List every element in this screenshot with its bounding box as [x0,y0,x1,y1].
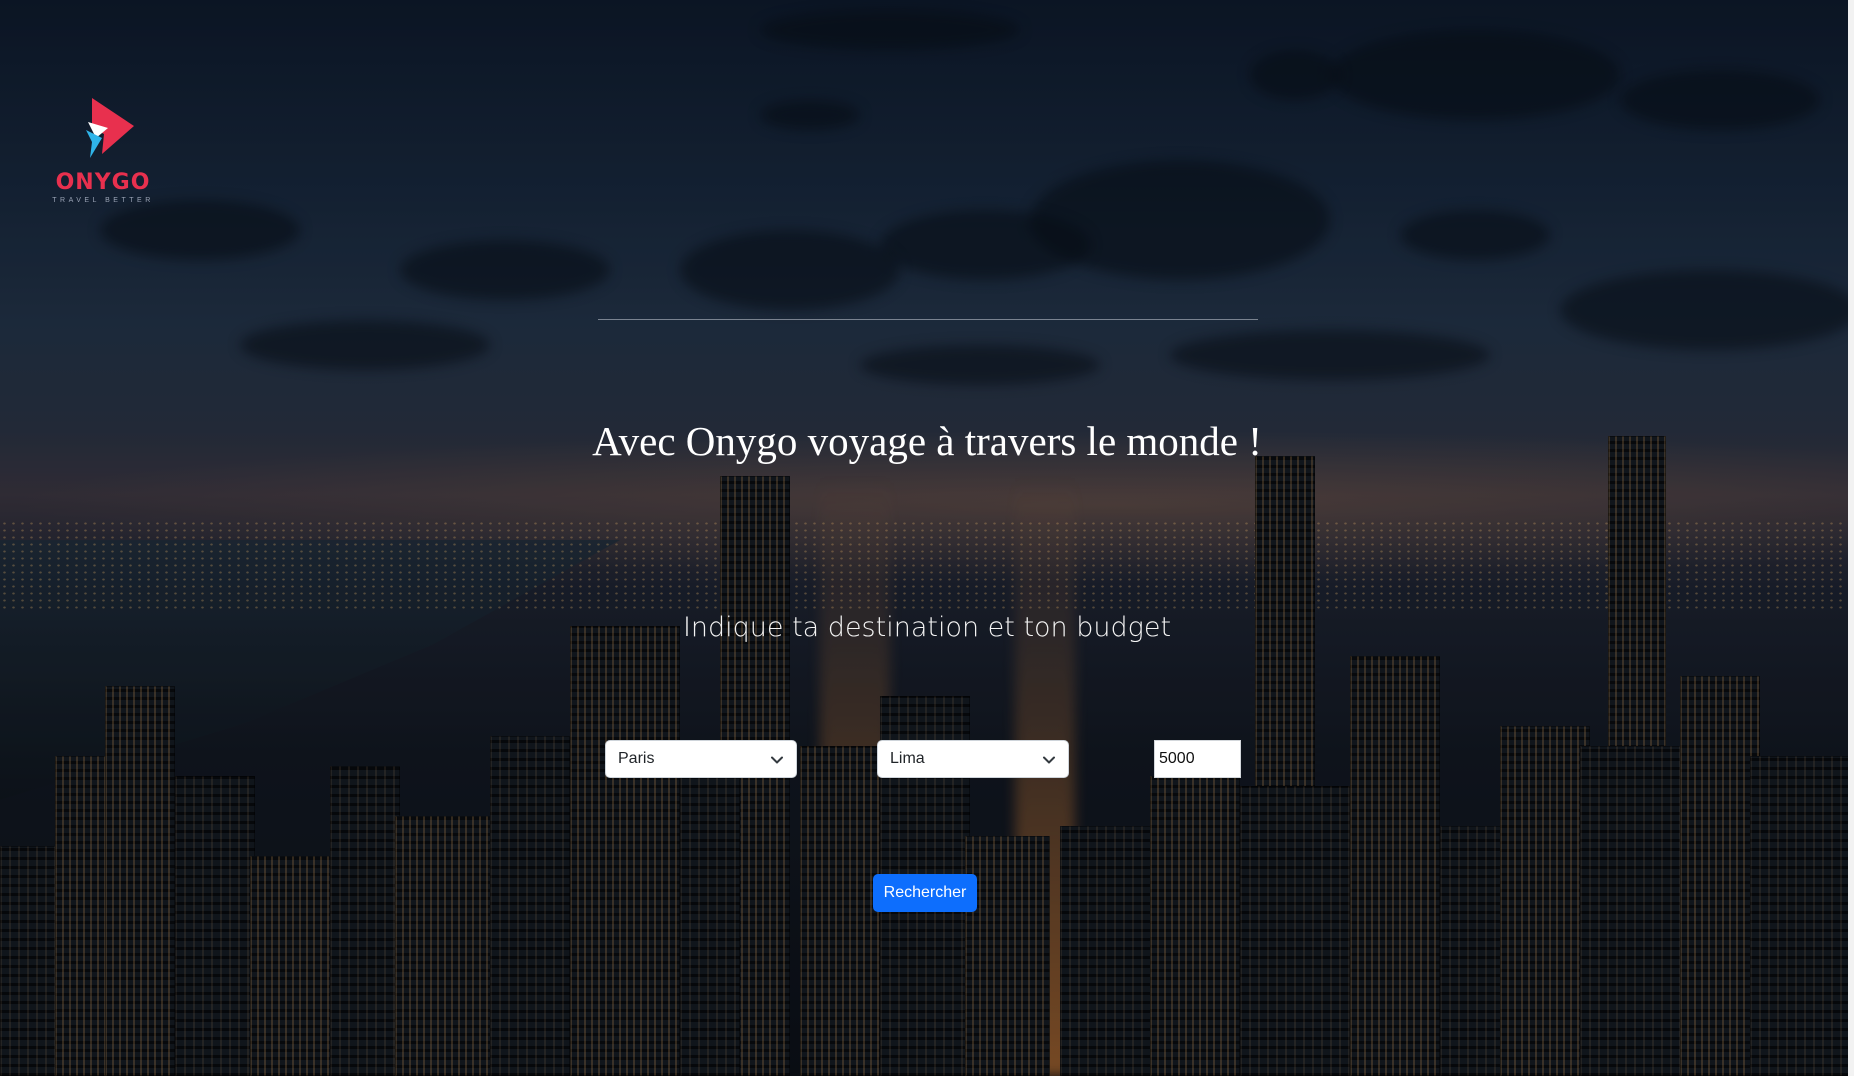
destination-select[interactable]: Lima [877,740,1069,778]
hero-subheadline: Indique ta destination et ton budget [682,612,1172,643]
header-divider [598,319,1258,320]
brand-name: ONYGO [55,170,151,195]
origin-select[interactable]: Paris [605,740,797,778]
chevron-down-icon [1043,756,1055,764]
chevron-down-icon [771,756,783,764]
brand-tagline: TRAVEL BETTER [52,197,154,204]
destination-select-value: Lima [890,750,925,767]
search-button[interactable]: Rechercher [873,874,977,912]
onygo-logo[interactable]: ONYGO TRAVEL BETTER [48,94,158,204]
budget-input[interactable] [1154,740,1241,778]
origin-select-value: Paris [618,750,655,767]
hero-headline: Avec Onygo voyage à travers le monde ! [592,418,1262,464]
landing-page: ONYGO TRAVEL BETTER Avec Onygo voyage à … [0,0,1854,1076]
plane-play-logo-icon [86,98,134,158]
